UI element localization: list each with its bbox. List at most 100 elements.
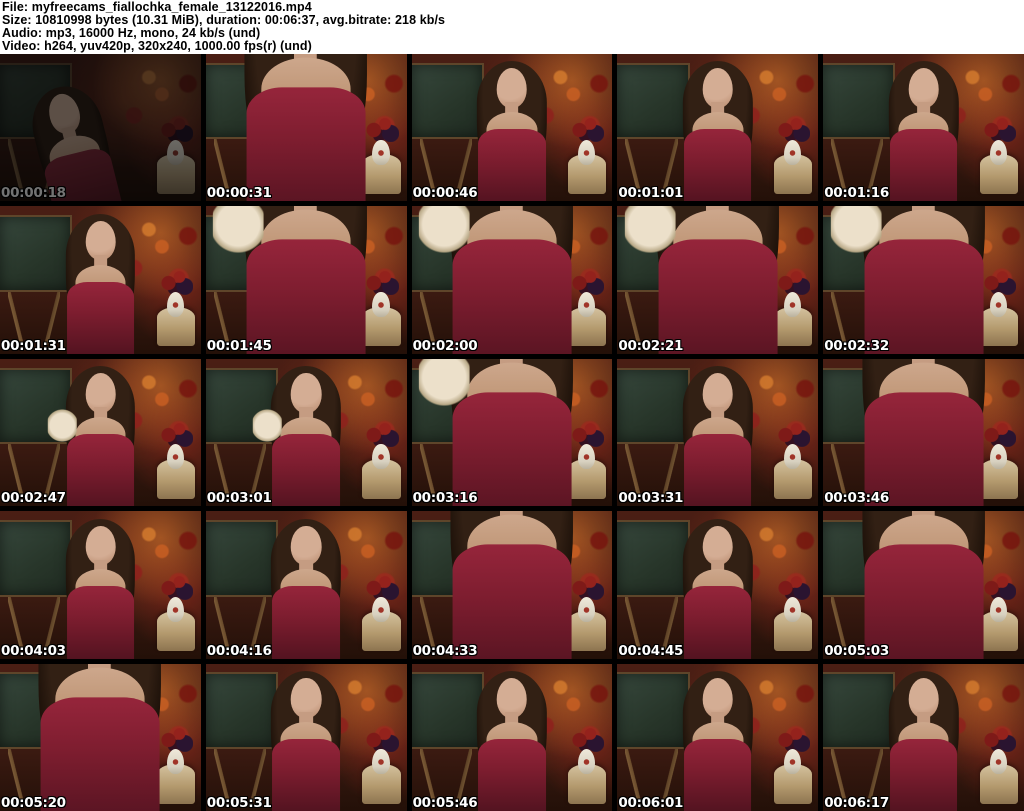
hand-mirror-graphic	[419, 206, 470, 258]
person-silhouette	[617, 206, 818, 354]
shirt-graphic	[247, 87, 366, 202]
timestamp-label: 00:03:01	[206, 490, 272, 507]
hand-mirror-graphic	[625, 206, 676, 258]
timestamp-label: 00:02:21	[618, 337, 684, 354]
video-thumbnail[interactable]: 00:03:46	[823, 358, 1024, 507]
hand-mirror-graphic	[419, 358, 470, 410]
timestamp-label: 00:01:31	[1, 337, 66, 354]
shirt-graphic	[452, 392, 572, 507]
flowers-graphic	[158, 574, 193, 600]
vase-graphic	[372, 749, 390, 775]
person-silhouette	[823, 358, 1024, 507]
vase-graphic	[784, 596, 802, 622]
hand-mirror-graphic	[253, 407, 283, 444]
video-thumbnail[interactable]: 00:02:21	[617, 206, 819, 354]
person-silhouette	[40, 212, 160, 354]
shirt-graphic	[684, 129, 752, 202]
shirt-graphic	[864, 392, 983, 507]
shirt-graphic	[478, 738, 546, 811]
person-silhouette	[452, 60, 572, 202]
timestamp-label: 00:02:00	[412, 337, 478, 354]
video-thumbnail[interactable]: 00:04:45	[617, 511, 819, 659]
person-silhouette	[40, 517, 160, 659]
timestamp-label: 00:05:03	[824, 642, 889, 659]
shirt-graphic	[247, 240, 366, 354]
timestamp-label: 00:03:46	[824, 490, 889, 507]
timestamp-label: 00:02:47	[1, 490, 66, 507]
video-thumbnail[interactable]: 00:02:47	[0, 358, 201, 507]
timestamp-label: 00:01:01	[618, 185, 684, 202]
shirt-graphic	[889, 738, 958, 811]
timestamp-label: 00:05:20	[1, 794, 66, 811]
video-thumbnail[interactable]: 00:00:31	[205, 54, 407, 202]
timestamp-label: 00:00:46	[412, 185, 478, 202]
video-thumbnail[interactable]: 00:06:17	[823, 663, 1024, 811]
video-thumbnail[interactable]: 00:04:16	[205, 511, 407, 659]
video-thumbnail[interactable]: 00:03:16	[411, 358, 613, 507]
shirt-graphic	[272, 434, 340, 507]
timestamp-label: 00:06:17	[824, 794, 889, 811]
video-thumbnail[interactable]: 00:00:18	[0, 54, 201, 202]
video-thumbnail[interactable]: 00:05:20	[0, 663, 201, 811]
vase-graphic	[989, 749, 1007, 775]
video-thumbnail[interactable]: 00:01:45	[205, 206, 407, 354]
timestamp-label: 00:04:33	[412, 642, 478, 659]
timestamp-label: 00:04:45	[618, 642, 684, 659]
video-thumbnail[interactable]: 00:05:03	[823, 511, 1024, 659]
flowers-graphic	[158, 117, 193, 143]
flowers-graphic	[570, 117, 605, 143]
timestamp-label: 00:05:46	[412, 794, 478, 811]
timestamp-label: 00:05:31	[206, 794, 272, 811]
person-silhouette	[412, 358, 613, 507]
timestamp-label: 00:02:32	[824, 337, 889, 354]
video-thumbnail[interactable]: 00:01:31	[0, 206, 201, 354]
vase-graphic	[784, 444, 802, 470]
shirt-graphic	[272, 586, 340, 659]
person-silhouette	[412, 511, 613, 659]
person-silhouette	[823, 511, 1024, 659]
person-silhouette	[206, 54, 407, 202]
video-thumbnail[interactable]: 00:05:31	[205, 663, 407, 811]
timestamp-label: 00:06:01	[618, 794, 684, 811]
shirt-graphic	[889, 129, 958, 202]
video-thumbnail[interactable]: 00:00:46	[411, 54, 613, 202]
vase-graphic	[989, 139, 1007, 165]
timestamp-label: 00:00:18	[1, 185, 66, 202]
person-silhouette	[246, 670, 366, 811]
shirt-graphic	[658, 240, 777, 354]
timestamp-label: 00:01:16	[824, 185, 889, 202]
hand-mirror-graphic	[830, 206, 882, 258]
video-thumbnail[interactable]: 00:02:00	[411, 206, 613, 354]
vase-graphic	[784, 749, 802, 775]
shirt-graphic	[684, 586, 752, 659]
vase-graphic	[166, 444, 184, 470]
file-info-line-video: Video: h264, yuv420p, 320x240, 1000.00 f…	[2, 39, 312, 53]
person-silhouette	[658, 670, 778, 811]
vase-graphic	[372, 444, 390, 470]
person-silhouette	[40, 365, 160, 507]
video-thumbnail[interactable]: 00:06:01	[617, 663, 819, 811]
timestamp-label: 00:01:45	[206, 337, 272, 354]
video-thumbnail[interactable]: 00:01:16	[823, 54, 1024, 202]
person-silhouette	[452, 670, 572, 811]
shirt-graphic	[66, 281, 135, 354]
person-silhouette	[0, 663, 201, 811]
person-silhouette	[246, 365, 366, 507]
video-thumbnail[interactable]: 00:01:01	[617, 54, 819, 202]
video-thumbnail[interactable]: 00:04:33	[411, 511, 613, 659]
person-silhouette	[658, 517, 778, 659]
video-thumbnail[interactable]: 00:03:31	[617, 358, 819, 507]
video-thumbnail[interactable]: 00:05:46	[411, 663, 613, 811]
video-thumbnail[interactable]: 00:03:01	[205, 358, 407, 507]
contact-sheet: File: myfreecams_fiallochka_female_13122…	[0, 0, 1024, 811]
vase-graphic	[578, 749, 596, 775]
timestamp-label: 00:04:16	[206, 642, 272, 659]
person-silhouette	[658, 365, 778, 507]
flowers-graphic	[364, 574, 399, 600]
flowers-graphic	[981, 117, 1016, 143]
video-thumbnail[interactable]: 00:04:03	[0, 511, 201, 659]
flowers-graphic	[776, 117, 811, 143]
person-silhouette	[658, 60, 778, 202]
video-thumbnail[interactable]: 00:02:32	[823, 206, 1024, 354]
flowers-graphic	[776, 574, 811, 600]
